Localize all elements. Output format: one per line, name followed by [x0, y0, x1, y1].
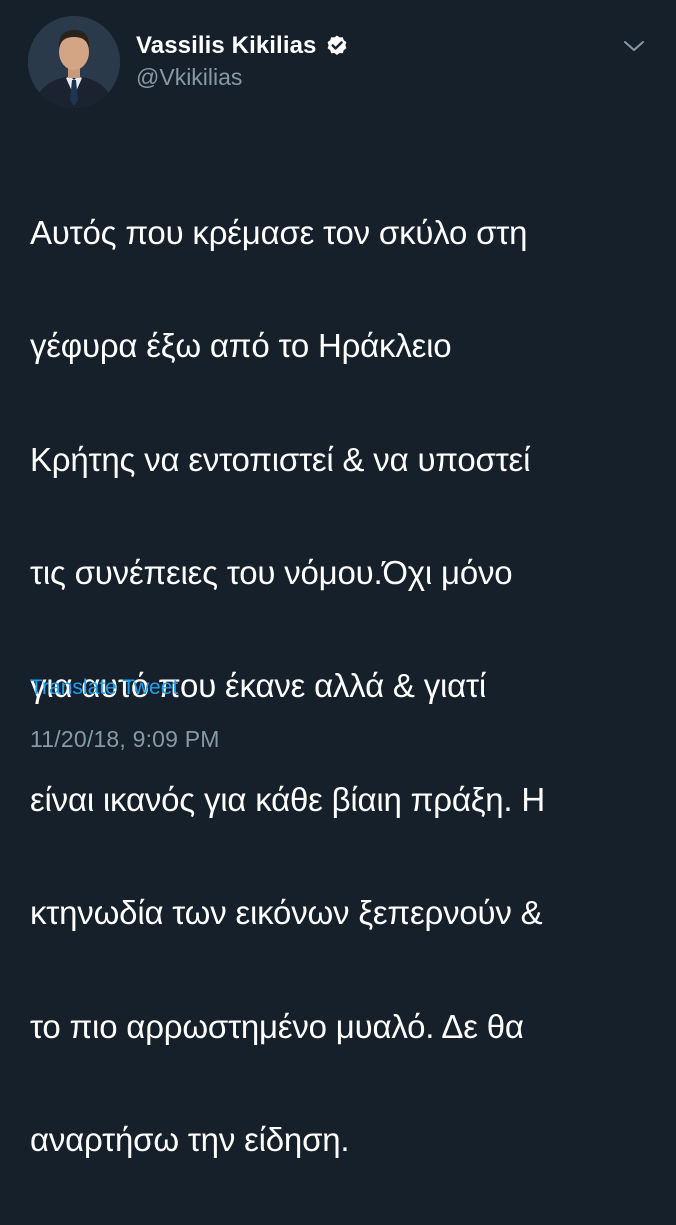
tweet-text-line: κτηνωδία των εικόνων ξεπερνούν & — [30, 894, 543, 932]
tweet-text-line: είναι ικανός για κάθε βίαιη πράξη. Η — [30, 780, 545, 818]
display-name-row: Vassilis Kikilias — [136, 30, 349, 62]
tweet-text-line: Αυτός που κρέμασε τον σκύλο στη — [30, 213, 528, 251]
tweet-text-line: Κρήτης να εντοπιστεί & να υποστεί — [30, 440, 531, 478]
translate-tweet-link[interactable]: Translate Tweet — [30, 676, 178, 700]
tweet-text-line: τις συνέπειες του νόμου.Όχι μόνο — [30, 553, 513, 591]
tweet-text-line: το πιο αρρωστημένο μυαλό. Δε θα — [30, 1007, 524, 1045]
tweet-timestamp[interactable]: 11/20/18, 9:09 PM — [30, 726, 220, 753]
avatar[interactable] — [28, 16, 120, 108]
tweet-card: Vassilis Kikilias @Vkikilias Αυτός που κ… — [0, 0, 676, 1158]
tweet-text-line: αναρτήσω την είδηση. — [30, 1120, 350, 1158]
display-name[interactable]: Vassilis Kikilias — [136, 32, 317, 60]
author-names: Vassilis Kikilias @Vkikilias — [136, 30, 349, 91]
tweet-text-line: γέφυρα έξω από το Ηράκλειο — [30, 327, 452, 365]
chevron-down-icon[interactable] — [620, 36, 648, 56]
tweet-header: Vassilis Kikilias @Vkikilias — [28, 16, 648, 110]
user-handle[interactable]: @Vkikilias — [136, 64, 349, 91]
avatar-photo — [28, 16, 120, 108]
verified-badge-icon — [325, 34, 349, 58]
